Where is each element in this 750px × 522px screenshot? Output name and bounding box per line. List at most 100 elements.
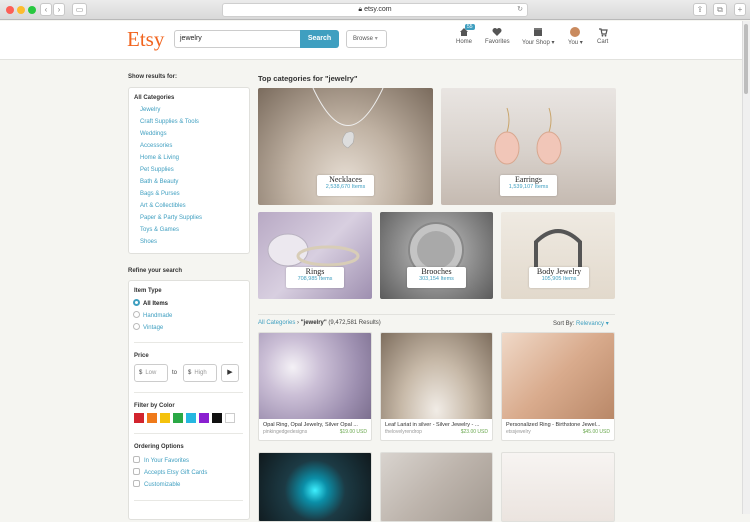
ordering-option[interactable]: Accepts Etsy Gift Cards <box>133 468 207 476</box>
listing-shop[interactable]: thelovelyrendrop <box>385 429 422 435</box>
ordering-option[interactable]: Customizable <box>133 480 180 488</box>
color-swatch[interactable] <box>147 413 157 423</box>
category-link[interactable]: Paper & Party Supplies <box>140 215 202 221</box>
category-tile-rings[interactable]: Rings 708,985 Items <box>258 212 372 299</box>
listing-image[interactable] <box>259 333 371 419</box>
color-swatch[interactable] <box>225 413 235 423</box>
back-button[interactable]: ‹ <box>40 3 52 16</box>
category-link[interactable]: Toys & Games <box>140 227 179 233</box>
radio-icon <box>133 311 140 318</box>
nav-you[interactable]: You ▾ <box>568 27 583 46</box>
listing-title[interactable]: Personalized Ring - Birthstone Jewel... <box>502 419 614 429</box>
item-type-handmade[interactable]: Handmade <box>133 311 172 319</box>
item-type-vintage[interactable]: Vintage <box>133 323 163 331</box>
tile-count: 708,985 Items <box>297 276 333 282</box>
color-swatch[interactable] <box>186 413 196 423</box>
avatar <box>570 27 581 37</box>
category-tile-necklaces[interactable]: Necklaces 2,538,670 Items <box>258 88 433 205</box>
listing-title[interactable]: Leaf Lariat in silver - Silver Jewelry -… <box>381 419 492 429</box>
price-submit-button[interactable]: ▶ <box>221 364 239 382</box>
price-high-input[interactable]: $ High <box>183 364 217 382</box>
tile-title: Body Jewelry <box>536 267 582 276</box>
color-swatch[interactable] <box>134 413 144 423</box>
category-tile-earrings[interactable]: Earrings 1,539,107 Items <box>441 88 616 205</box>
tile-label: Body Jewelry 105,905 Items <box>529 267 589 288</box>
listing-image[interactable] <box>381 333 492 419</box>
tile-count: 1,539,107 Items <box>508 184 549 190</box>
new-tab-button[interactable]: + <box>734 3 746 16</box>
breadcrumb: All Categories › "jewelry" (9,472,581 Re… <box>258 320 381 326</box>
color-swatch[interactable] <box>212 413 222 423</box>
listing-image[interactable] <box>502 333 614 419</box>
nav-favorites-label: Favorites <box>485 39 510 45</box>
chevron-down-icon: ▾ <box>579 40 583 46</box>
ordering-option-label: In Your Favorites <box>144 458 190 464</box>
search-input[interactable]: jewelry <box>174 30 300 48</box>
category-link[interactable]: Home & Living <box>140 155 179 161</box>
category-link[interactable]: Bath & Beauty <box>140 179 178 185</box>
reload-icon[interactable]: ↻ <box>517 4 523 16</box>
listing-card[interactable]: Opal Ring, Opal Jewelry, Silver Opal ...… <box>258 332 372 441</box>
breadcrumb-query: "jewelry" <box>300 320 327 326</box>
color-swatch[interactable] <box>160 413 170 423</box>
nav-cart[interactable]: Cart <box>597 27 608 45</box>
scrollbar[interactable] <box>742 21 750 514</box>
forward-button[interactable]: › <box>53 3 65 16</box>
sort-control[interactable]: Sort By: Relevancy ▾ <box>553 320 609 327</box>
close-window-icon[interactable] <box>6 6 14 14</box>
radio-selected-icon <box>133 299 140 306</box>
category-link[interactable]: Craft Supplies & Tools <box>140 119 199 125</box>
category-tile-body-jewelry[interactable]: Body Jewelry 105,905 Items <box>501 212 615 299</box>
breadcrumb-all-categories[interactable]: All Categories <box>258 320 295 326</box>
ordering-option[interactable]: In Your Favorites <box>133 456 189 464</box>
browse-dropdown[interactable]: Browse ▾ <box>346 30 387 48</box>
search-button[interactable]: Search <box>300 30 339 48</box>
category-link[interactable]: Art & Collectibles <box>140 203 186 209</box>
address-bar[interactable]: 🔒︎ etsy.com ↻ <box>222 3 528 17</box>
category-link[interactable]: Bags & Purses <box>140 191 180 197</box>
minimize-window-icon[interactable] <box>17 6 25 14</box>
listing-image[interactable] <box>258 452 372 522</box>
item-type-all[interactable]: All Items <box>133 299 168 307</box>
browser-toolbar: ‹ › ▭ 🔒︎ etsy.com ↻ ⇪ ⧉ + <box>0 0 750 20</box>
zoom-window-icon[interactable] <box>28 6 36 14</box>
category-link[interactable]: Pet Supplies <box>140 167 174 173</box>
category-link[interactable]: Weddings <box>140 131 167 137</box>
tabs-icon[interactable]: ⧉ <box>713 3 727 16</box>
listing-shop[interactable]: pinkingedgedesigns <box>263 429 307 435</box>
color-swatch[interactable] <box>199 413 209 423</box>
listing-title[interactable]: Opal Ring, Opal Jewelry, Silver Opal ... <box>259 419 371 429</box>
nav-favorites[interactable]: Favorites <box>485 27 510 45</box>
tile-count: 105,905 Items <box>541 276 577 282</box>
scrollbar-thumb[interactable] <box>744 24 748 94</box>
nav-home[interactable]: 55 Home <box>456 24 475 45</box>
color-swatch[interactable] <box>173 413 183 423</box>
listing-image[interactable] <box>380 452 493 522</box>
listing-price: $19.00 USD <box>339 429 367 435</box>
item-type-all-label: All Items <box>143 301 169 307</box>
etsy-logo[interactable]: Etsy <box>127 27 164 52</box>
url-text: etsy.com <box>364 6 392 13</box>
all-categories-link[interactable]: All Categories <box>134 95 174 101</box>
listing-card[interactable]: Leaf Lariat in silver - Silver Jewelry -… <box>380 332 493 441</box>
divider <box>134 433 243 434</box>
price-low-input[interactable]: $ Low <box>134 364 168 382</box>
category-link[interactable]: Shoes <box>140 239 157 245</box>
price-heading: Price <box>134 353 149 359</box>
listing-card[interactable]: Personalized Ring - Birthstone Jewel... … <box>501 332 615 441</box>
ordering-option-label: Customizable <box>144 482 181 488</box>
share-icon[interactable]: ⇪ <box>693 3 707 16</box>
ordering-heading: Ordering Options <box>134 444 184 450</box>
category-link[interactable]: Accessories <box>140 143 172 149</box>
category-tile-brooches[interactable]: Brooches 303,154 Items <box>380 212 493 299</box>
tile-title: Rings <box>305 267 325 276</box>
nav-your-shop[interactable]: Your Shop ▾ <box>522 27 555 46</box>
currency-symbol: $ <box>188 370 192 376</box>
listing-shop[interactable]: etssjewelry <box>506 429 531 435</box>
sort-value: Relevancy <box>576 321 605 327</box>
sidebar-toggle-icon[interactable]: ▭ <box>72 3 87 16</box>
listing-image[interactable] <box>501 452 615 522</box>
category-link[interactable]: Jewelry <box>140 107 160 113</box>
tile-title: Necklaces <box>329 175 362 184</box>
tile-count: 2,538,670 Items <box>325 184 366 190</box>
